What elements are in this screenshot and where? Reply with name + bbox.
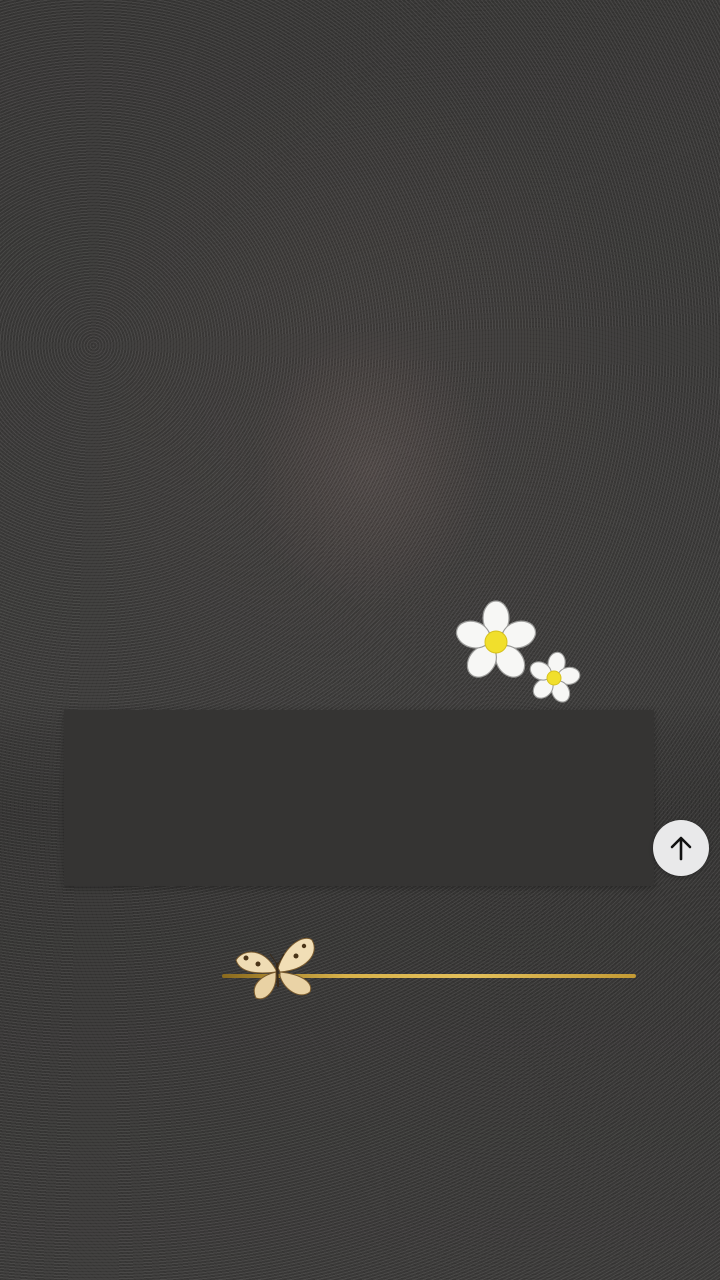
butterfly-icon: [235, 937, 315, 1000]
scroll-top-button[interactable]: [653, 820, 709, 876]
grain-overlay: [0, 0, 720, 1280]
story-screen: [0, 0, 720, 1280]
arrow-up-icon: [670, 836, 692, 861]
text-card[interactable]: [64, 710, 654, 886]
daisy-flowers-icon: [455, 600, 581, 703]
